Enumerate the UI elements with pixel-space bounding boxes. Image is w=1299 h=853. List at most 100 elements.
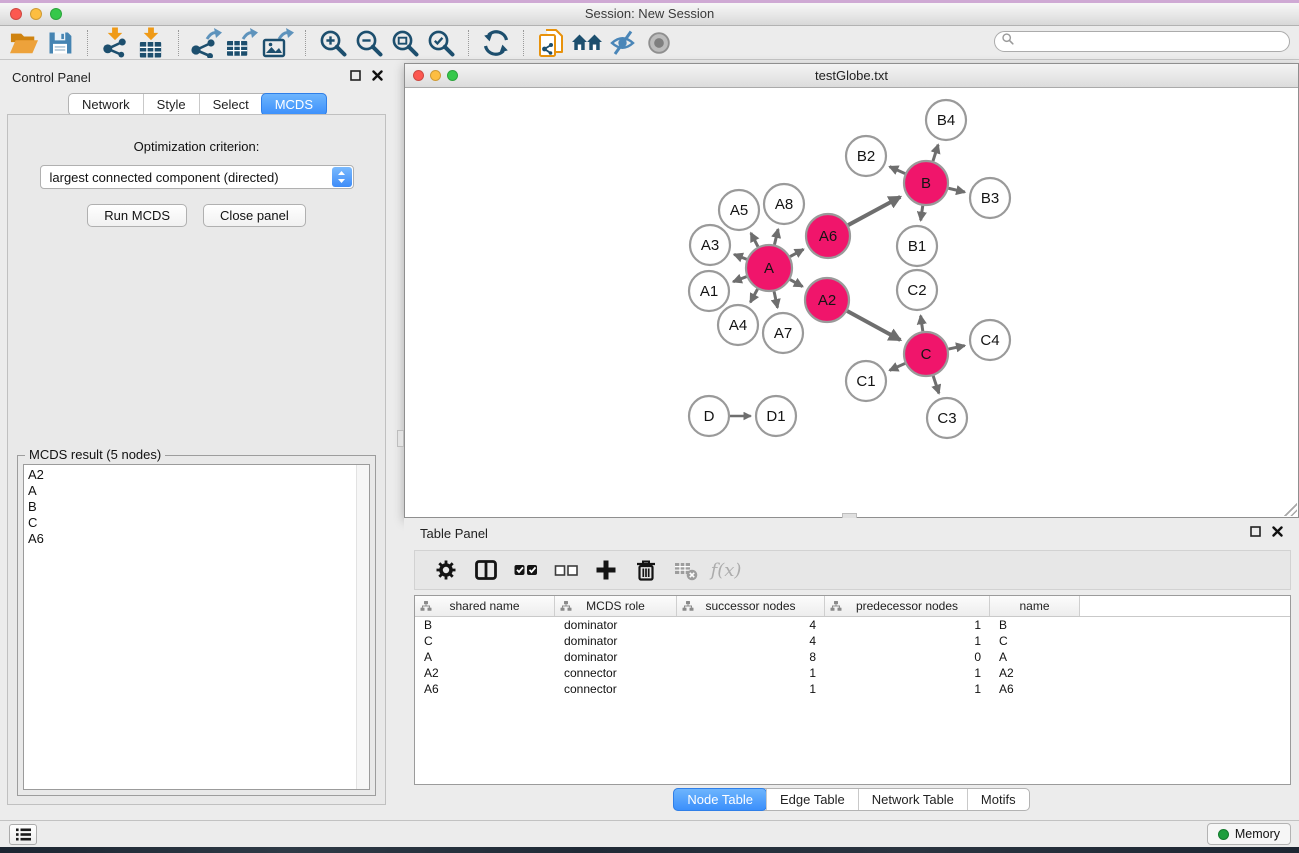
- node-C[interactable]: C: [904, 332, 948, 376]
- table-cell[interactable]: 8: [677, 649, 825, 665]
- hide-graphics-details-icon[interactable]: [605, 28, 641, 58]
- tab-mcds[interactable]: MCDS: [261, 93, 327, 116]
- node-A6[interactable]: A6: [806, 214, 850, 258]
- task-history-button[interactable]: [9, 824, 37, 845]
- open-session-icon[interactable]: [6, 28, 42, 58]
- mcds-result-item[interactable]: A6: [28, 531, 369, 547]
- tab-network-table[interactable]: Network Table: [858, 789, 967, 810]
- node-B1[interactable]: B1: [897, 226, 937, 266]
- tab-motifs[interactable]: Motifs: [967, 789, 1029, 810]
- edge-C-C3[interactable]: [933, 376, 939, 394]
- optimization-criterion-dropdown[interactable]: largest connected component (directed): [40, 165, 354, 189]
- edge-B-B4[interactable]: [933, 145, 938, 161]
- table-cell[interactable]: C: [415, 633, 555, 649]
- edge-A-A3[interactable]: [734, 254, 747, 259]
- node-C2[interactable]: C2: [897, 270, 937, 310]
- refresh-icon[interactable]: [478, 28, 514, 58]
- tab-network[interactable]: Network: [69, 94, 143, 115]
- node-A5[interactable]: A5: [719, 190, 759, 230]
- edge-A-A2[interactable]: [790, 280, 803, 287]
- node-table[interactable]: shared nameMCDS rolesuccessor nodesprede…: [414, 595, 1291, 785]
- table-cell[interactable]: C: [990, 633, 1080, 649]
- table-cell[interactable]: 1: [677, 681, 825, 697]
- home-icon[interactable]: [569, 28, 605, 58]
- table-row[interactable]: Bdominator41B: [415, 617, 1290, 633]
- table-cell[interactable]: B: [990, 617, 1080, 633]
- mcds-result-item[interactable]: C: [28, 515, 369, 531]
- table-cell[interactable]: 4: [677, 633, 825, 649]
- table-cell[interactable]: 1: [825, 633, 990, 649]
- export-table-icon[interactable]: [224, 28, 260, 58]
- node-A8[interactable]: A8: [764, 184, 804, 224]
- edge-B-B3[interactable]: [948, 188, 964, 192]
- node-A[interactable]: A: [746, 245, 792, 291]
- network-graph[interactable]: B4B2BB3B1A6A8A5A3AA1C2A2A4A7C4CC1C3DD1: [405, 88, 1298, 517]
- tab-edge-table[interactable]: Edge Table: [766, 789, 858, 810]
- zoom-selected-icon[interactable]: [423, 28, 459, 58]
- add-entry-icon[interactable]: [589, 554, 623, 586]
- column-header-name[interactable]: name: [990, 596, 1080, 616]
- import-table-icon[interactable]: [133, 28, 169, 58]
- column-header-predecessor-nodes[interactable]: predecessor nodes: [825, 596, 990, 616]
- deselect-all-icon[interactable]: [549, 554, 583, 586]
- table-cell[interactable]: 4: [677, 617, 825, 633]
- network-close-button[interactable]: [413, 70, 424, 81]
- table-cell[interactable]: 1: [677, 665, 825, 681]
- table-cell[interactable]: A: [415, 649, 555, 665]
- node-B3[interactable]: B3: [970, 178, 1010, 218]
- node-A7[interactable]: A7: [763, 313, 803, 353]
- table-cell[interactable]: A2: [415, 665, 555, 681]
- zoom-in-icon[interactable]: [315, 28, 351, 58]
- main-title-bar[interactable]: Session: New Session: [0, 3, 1299, 26]
- node-C3[interactable]: C3: [927, 398, 967, 438]
- node-B[interactable]: B: [904, 161, 948, 205]
- node-C4[interactable]: C4: [970, 320, 1010, 360]
- table-cell[interactable]: 1: [825, 665, 990, 681]
- table-row[interactable]: Adominator80A: [415, 649, 1290, 665]
- edge-A2-C[interactable]: [847, 311, 900, 340]
- edge-A-A5[interactable]: [751, 233, 758, 247]
- table-cell[interactable]: B: [415, 617, 555, 633]
- table-cell[interactable]: A2: [990, 665, 1080, 681]
- import-network-icon[interactable]: [97, 28, 133, 58]
- table-settings-icon[interactable]: [429, 554, 463, 586]
- minimize-window-button[interactable]: [30, 8, 42, 20]
- table-cell[interactable]: A: [990, 649, 1080, 665]
- tab-node-table[interactable]: Node Table: [673, 788, 767, 811]
- node-A4[interactable]: A4: [718, 305, 758, 345]
- mcds-result-list[interactable]: A2ABCA6: [23, 464, 370, 790]
- table-float-panel-icon[interactable]: [1250, 524, 1261, 542]
- node-A2[interactable]: A2: [805, 278, 849, 322]
- network-maximize-button[interactable]: [447, 70, 458, 81]
- search-box[interactable]: [994, 31, 1290, 52]
- table-cell[interactable]: A6: [990, 681, 1080, 697]
- float-panel-icon[interactable]: [350, 68, 361, 86]
- edge-A-A6[interactable]: [790, 249, 803, 256]
- edge-C-C4[interactable]: [948, 346, 964, 350]
- edge-C-C2[interactable]: [921, 316, 923, 332]
- export-network-icon[interactable]: [188, 28, 224, 58]
- network-minimize-button[interactable]: [430, 70, 441, 81]
- network-canvas[interactable]: B4B2BB3B1A6A8A5A3AA1C2A2A4A7C4CC1C3DD1: [405, 88, 1298, 517]
- table-close-panel-icon[interactable]: [1272, 524, 1283, 542]
- edge-B-B2[interactable]: [890, 167, 905, 174]
- node-C1[interactable]: C1: [846, 361, 886, 401]
- zoom-out-icon[interactable]: [351, 28, 387, 58]
- column-header-shared-name[interactable]: shared name: [415, 596, 555, 616]
- show-graphics-details-icon[interactable]: [641, 28, 677, 58]
- table-cell[interactable]: 1: [825, 681, 990, 697]
- table-row[interactable]: A6connector11A6: [415, 681, 1290, 697]
- node-A1[interactable]: A1: [689, 271, 729, 311]
- clone-network-icon[interactable]: [533, 28, 569, 58]
- table-cell[interactable]: connector: [555, 681, 677, 697]
- node-B2[interactable]: B2: [846, 136, 886, 176]
- edge-A-A4[interactable]: [750, 289, 757, 302]
- export-image-icon[interactable]: [260, 28, 296, 58]
- save-session-icon[interactable]: [42, 28, 78, 58]
- close-panel-icon[interactable]: [372, 68, 383, 86]
- select-all-icon[interactable]: [509, 554, 543, 586]
- table-cell[interactable]: dominator: [555, 633, 677, 649]
- mcds-result-scrollbar[interactable]: [356, 465, 369, 789]
- edge-A-A8[interactable]: [774, 229, 778, 244]
- node-A3[interactable]: A3: [690, 225, 730, 265]
